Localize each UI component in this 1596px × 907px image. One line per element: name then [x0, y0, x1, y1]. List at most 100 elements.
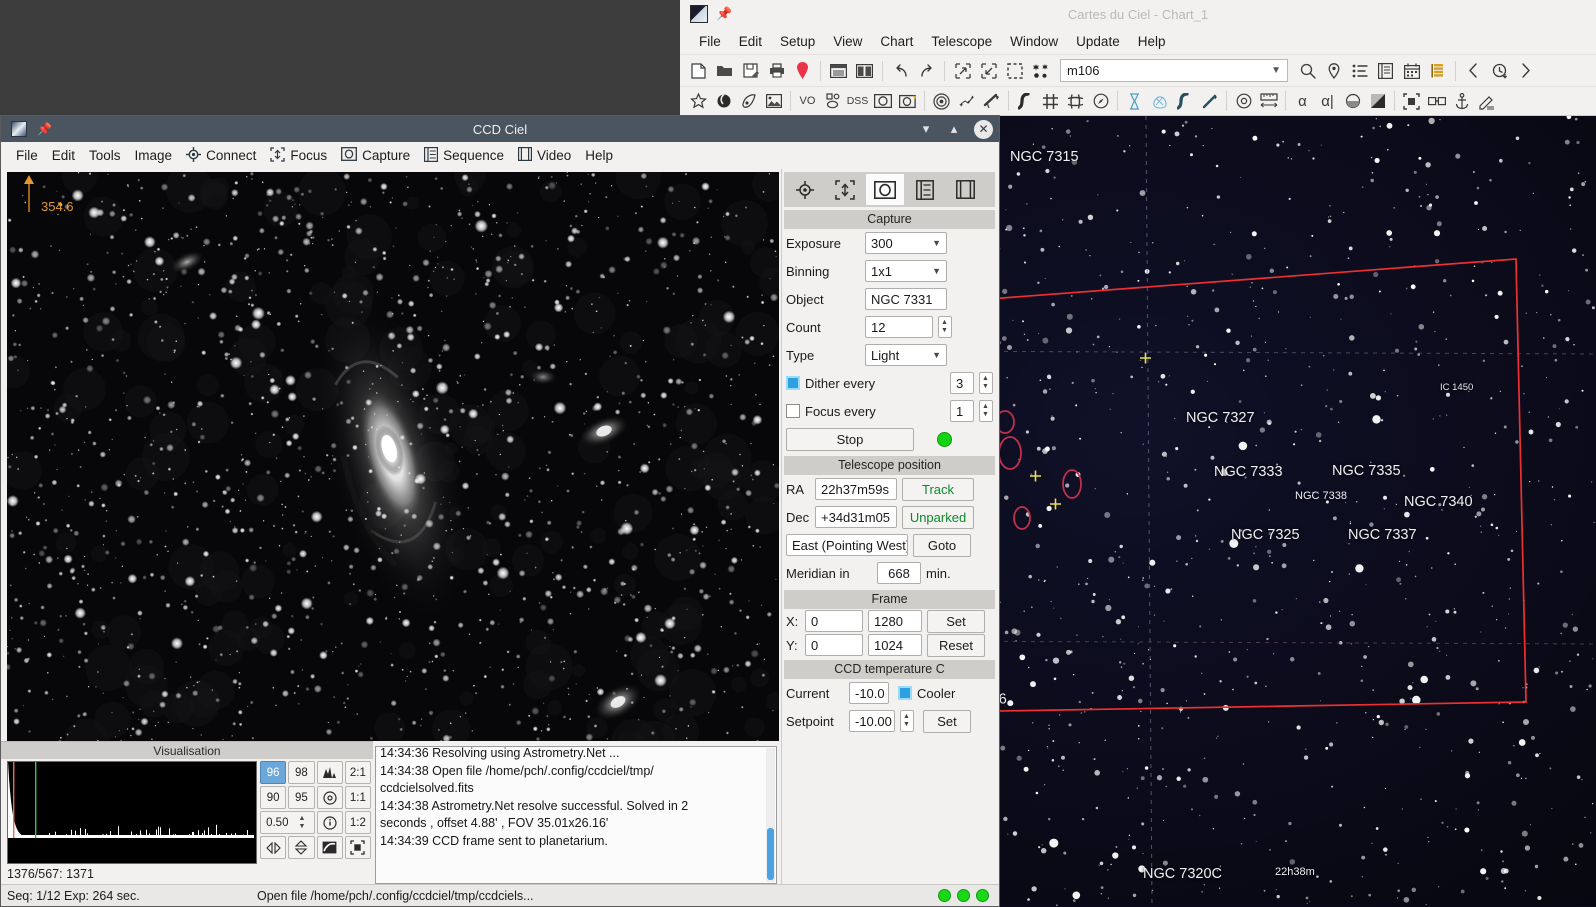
cdc-menu-window[interactable]: Window [1001, 31, 1067, 52]
annotate-icon[interactable] [1474, 89, 1499, 114]
cooler-checkbox[interactable] [898, 686, 912, 700]
video-tab[interactable] [946, 174, 984, 205]
chevron-down-icon[interactable]: ▼ [932, 350, 941, 360]
info-icon[interactable] [317, 811, 343, 834]
contrast-icon[interactable] [1365, 89, 1390, 114]
measure-icon[interactable] [1256, 89, 1281, 114]
catalog-icon[interactable] [1373, 58, 1398, 83]
ccd-menu-focus[interactable]: Focus [263, 144, 334, 168]
invert-icon[interactable] [317, 836, 343, 859]
stars-icon[interactable] [1028, 58, 1053, 83]
frame-height-input[interactable]: 1024 [868, 634, 922, 656]
alpha-icon[interactable]: α [1290, 89, 1315, 114]
log-scrollbar[interactable] [766, 748, 775, 882]
camera-frame-rot-icon[interactable] [895, 89, 920, 114]
ccd-menu-edit[interactable]: Edit [45, 145, 82, 166]
constellation-art-icon[interactable] [1147, 89, 1172, 114]
hook-icon[interactable] [1013, 89, 1038, 114]
constellation-figure-icon[interactable] [1122, 89, 1147, 114]
cdc-menu-view[interactable]: View [824, 31, 871, 52]
ccd-menu-video[interactable]: Video [511, 144, 578, 167]
sequence-tab[interactable] [906, 174, 944, 205]
frame-x-origin-input[interactable]: 0 [805, 610, 863, 632]
dither-spinner[interactable]: ▲▼ [979, 372, 993, 394]
undo-icon[interactable] [888, 58, 913, 83]
setpoint-set-button[interactable]: Set [923, 710, 971, 733]
vis-btn-96[interactable]: 96 [260, 761, 286, 784]
ccd-image-view[interactable]: 354.6 [7, 172, 779, 741]
log-scrollbar-thumb[interactable] [767, 828, 774, 880]
chevron-down-icon[interactable]: ▼ [932, 238, 941, 248]
ccd-menu-capture[interactable]: Capture [334, 144, 417, 167]
circle-target-icon[interactable] [1231, 89, 1256, 114]
select-region-icon[interactable] [1002, 58, 1027, 83]
planet-icon[interactable] [711, 89, 736, 114]
layers-icon[interactable] [1425, 58, 1450, 83]
pin-icon[interactable]: 📌 [716, 6, 732, 22]
ccd-menu-image[interactable]: Image [128, 145, 180, 166]
boundary-icon[interactable] [1172, 89, 1197, 114]
close-icon[interactable]: ✕ [974, 120, 993, 139]
compass-icon[interactable] [1088, 89, 1113, 114]
line-icon[interactable] [1197, 89, 1222, 114]
dither-checkbox[interactable] [786, 376, 800, 390]
ccd-menu-help[interactable]: Help [578, 145, 620, 166]
cdc-menu-telescope[interactable]: Telescope [922, 31, 1001, 52]
histogram-icon[interactable] [317, 761, 343, 784]
vis-btn-90[interactable]: 90 [260, 786, 286, 809]
pin-marker-icon[interactable] [1321, 58, 1346, 83]
vis-btn-1to1[interactable]: 1:1 [345, 786, 371, 809]
image-icon[interactable] [761, 89, 786, 114]
park-button[interactable]: Unparked [902, 506, 974, 529]
binning-combobox[interactable]: 1x1 ▼ [865, 260, 947, 282]
cdc-menu-setup[interactable]: Setup [771, 31, 824, 52]
focus-frame-icon[interactable] [826, 174, 864, 205]
save-as-icon[interactable] [738, 58, 763, 83]
print-icon[interactable] [764, 58, 789, 83]
frame-set-button[interactable]: Set [927, 610, 985, 633]
split-view-icon[interactable] [852, 58, 877, 83]
pin-icon[interactable]: 📌 [37, 122, 52, 136]
vis-btn-95[interactable]: 95 [288, 786, 314, 809]
equatorial-grid-icon[interactable] [1063, 89, 1088, 114]
new-document-icon[interactable] [686, 58, 711, 83]
minimize-icon[interactable]: ▾ [918, 121, 934, 137]
up-down-icon[interactable] [288, 836, 314, 859]
focus-every-spinner[interactable]: ▲▼ [979, 400, 993, 422]
alpha-bracket-icon[interactable]: α| [1315, 89, 1340, 114]
dither-input[interactable]: 3 [950, 372, 974, 394]
location-pin-icon[interactable] [790, 58, 815, 83]
capture-tab[interactable] [866, 174, 904, 205]
stop-button[interactable]: Stop [786, 428, 914, 451]
vis-btn-2to1[interactable]: 2:1 [345, 761, 371, 784]
left-right-icon[interactable] [260, 836, 286, 859]
vis-gamma-spinner[interactable]: ▲▼ [298, 815, 308, 831]
cdc-menu-edit[interactable]: Edit [730, 31, 771, 52]
window-layout-icon[interactable] [826, 58, 851, 83]
dec-value-field[interactable]: +34d31m05 [815, 506, 897, 528]
ccd-menu-file[interactable]: File [9, 145, 45, 166]
next-icon[interactable] [1513, 58, 1538, 83]
object-input[interactable]: NGC 7331 [865, 288, 947, 310]
grid-icon[interactable] [1038, 89, 1063, 114]
setpoint-input[interactable]: -10.00 [849, 710, 895, 732]
object-list-icon[interactable] [1347, 58, 1372, 83]
exposure-combobox[interactable]: 300 ▼ [865, 232, 947, 254]
camera-frame-icon[interactable] [870, 89, 895, 114]
cdc-menu-chart[interactable]: Chart [871, 31, 922, 52]
maximize-icon[interactable]: ▴ [946, 121, 962, 137]
search-icon[interactable] [1295, 58, 1320, 83]
zoom-out-region-icon[interactable] [950, 58, 975, 83]
ccd-menu-connect[interactable]: Connect [179, 144, 263, 168]
cdc-menu-file[interactable]: File [690, 31, 730, 52]
type-combobox[interactable]: Light ▼ [865, 344, 947, 366]
cdc-menu-help[interactable]: Help [1129, 31, 1175, 52]
goto-button[interactable]: Goto [913, 534, 971, 557]
asterism-icon[interactable] [954, 89, 979, 114]
dss-icon[interactable]: DSS [845, 89, 870, 114]
setpoint-spinner[interactable]: ▲▼ [900, 710, 914, 732]
zoom-in-region-icon[interactable] [976, 58, 1001, 83]
redo-icon[interactable] [914, 58, 939, 83]
chevron-down-icon[interactable]: ▼ [1271, 65, 1281, 76]
cdc-menu-update[interactable]: Update [1067, 31, 1129, 52]
